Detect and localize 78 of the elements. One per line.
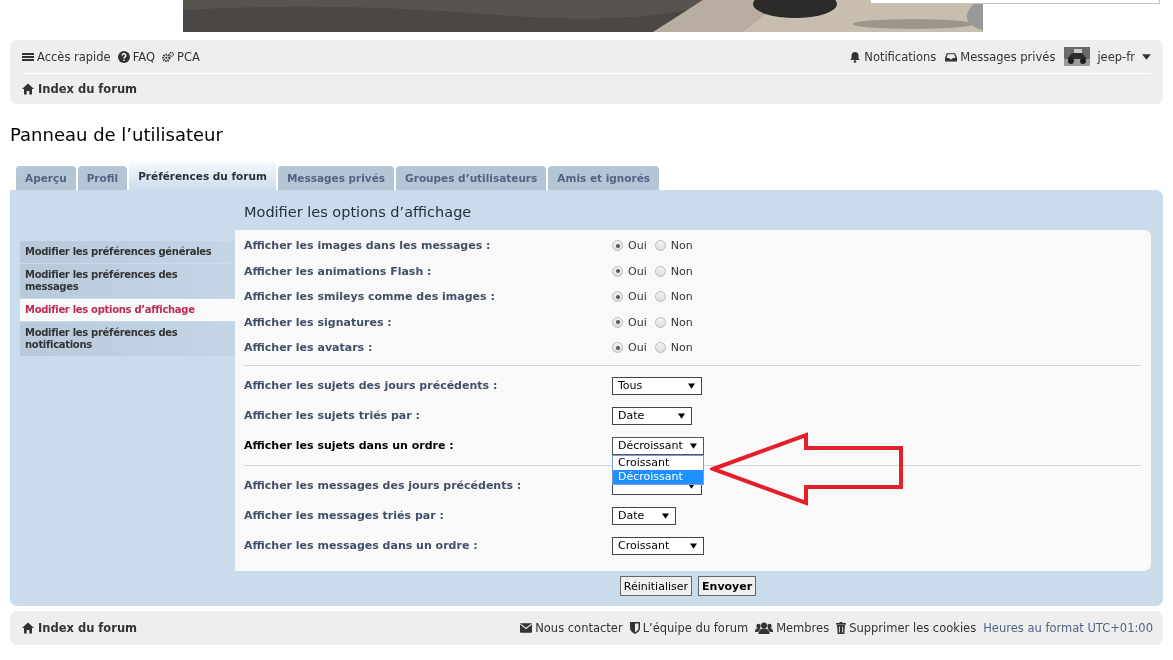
field-label: Afficher les animations Flash : bbox=[244, 264, 433, 278]
caret-icon bbox=[678, 412, 685, 419]
dropdown-option[interactable]: Croissant bbox=[613, 455, 703, 470]
radio-option[interactable]: Oui bbox=[612, 239, 647, 253]
caret-icon bbox=[690, 442, 697, 449]
caret-icon bbox=[1142, 53, 1151, 60]
help-icon bbox=[117, 50, 130, 63]
sidebar-item[interactable]: Modifier les préférences des messages bbox=[20, 264, 235, 298]
field-label: Afficher les sujets triés par : bbox=[244, 409, 421, 422]
bell-icon bbox=[849, 50, 862, 63]
users-icon bbox=[755, 622, 774, 634]
radio-option[interactable]: Non bbox=[654, 341, 693, 355]
reset-button[interactable]: Réinitialiser bbox=[619, 576, 693, 596]
radio-button[interactable] bbox=[612, 291, 623, 303]
contact-link[interactable]: Nous contacter bbox=[520, 621, 623, 635]
radio-option[interactable]: Non bbox=[654, 239, 693, 253]
shield-icon bbox=[629, 622, 640, 634]
caret-icon bbox=[662, 512, 669, 519]
radio-option[interactable]: Oui bbox=[612, 341, 647, 355]
field-label: Afficher les smileys comme des images : bbox=[244, 290, 496, 304]
sidebar-item[interactable]: Modifier les options d’affichage bbox=[20, 299, 235, 321]
radio-button[interactable] bbox=[654, 316, 666, 328]
inbox-icon bbox=[945, 50, 958, 63]
page-title: Panneau de l’utilisateur bbox=[10, 123, 224, 147]
radio-button[interactable] bbox=[612, 240, 623, 252]
home-icon bbox=[22, 83, 34, 95]
radio-button[interactable] bbox=[654, 342, 666, 354]
field-label: Afficher les images dans les messages : bbox=[244, 239, 492, 253]
dropdown-select[interactable]: Décroissant bbox=[612, 436, 704, 455]
radio-option[interactable]: Oui bbox=[612, 264, 647, 278]
menu-icon bbox=[22, 50, 34, 63]
caret-icon bbox=[688, 382, 695, 389]
radio-button[interactable] bbox=[612, 342, 623, 354]
breadcrumb-link[interactable]: Index du forum bbox=[22, 621, 138, 635]
breadcrumb-link[interactable]: Index du forum bbox=[22, 82, 138, 96]
dropdown-select[interactable]: Tous bbox=[612, 376, 702, 395]
submit-button[interactable]: Envoyer bbox=[698, 576, 757, 596]
sidebar-item[interactable]: Modifier les préférences générales bbox=[20, 241, 235, 263]
radio-button[interactable] bbox=[612, 316, 623, 328]
dropdown-select[interactable]: Date bbox=[612, 506, 676, 525]
field-label: Afficher les messages des jours précédents : bbox=[244, 479, 523, 492]
gears-icon bbox=[161, 50, 174, 63]
radio-option[interactable]: Non bbox=[654, 264, 693, 278]
home-icon bbox=[22, 622, 34, 634]
members-link[interactable]: Membres bbox=[755, 621, 830, 635]
field-label: Afficher les messages dans un ordre : bbox=[244, 539, 479, 552]
private-messages-link[interactable]: Messages privés bbox=[945, 49, 1056, 64]
caret-icon bbox=[690, 542, 697, 549]
field-label: Afficher les signatures : bbox=[244, 315, 393, 329]
field-label: Afficher les avatars : bbox=[244, 341, 374, 355]
radio-option[interactable]: Oui bbox=[612, 315, 647, 329]
field-label: Afficher les sujets dans un ordre : bbox=[244, 439, 455, 452]
radio-option[interactable]: Non bbox=[654, 315, 693, 329]
radio-option[interactable]: Oui bbox=[612, 290, 647, 304]
tab[interactable]: Préférences du forum bbox=[129, 162, 276, 190]
field-label: Afficher les sujets des jours précédents : bbox=[244, 379, 499, 392]
user-menu[interactable]: jeep-fr bbox=[1064, 47, 1151, 66]
sidebar-item[interactable]: Modifier les préférences des notifications bbox=[20, 322, 235, 356]
faq-link[interactable]: FAQ bbox=[117, 49, 155, 64]
quick-links-link[interactable]: Accès rapide bbox=[22, 49, 111, 64]
trash-icon bbox=[836, 622, 847, 634]
timezone-text: Heures au format UTC+01:00 bbox=[983, 621, 1153, 635]
envelope-icon bbox=[520, 622, 533, 634]
radio-button[interactable] bbox=[654, 291, 666, 303]
dropdown-select[interactable]: Croissant bbox=[612, 536, 704, 555]
control-panel-link[interactable]: PCA bbox=[161, 49, 200, 64]
radio-option[interactable]: Non bbox=[654, 290, 693, 304]
caret-icon bbox=[688, 482, 695, 489]
radio-button[interactable] bbox=[654, 240, 666, 252]
delete-cookies-link[interactable]: Supprimer les cookies bbox=[836, 621, 977, 635]
search-field[interactable] bbox=[870, 0, 1160, 4]
team-link[interactable]: L’équipe du forum bbox=[629, 621, 749, 635]
section-heading: Modifier les options d’affichage bbox=[244, 204, 473, 222]
dropdown-select[interactable]: Date bbox=[612, 406, 692, 425]
notifications-link[interactable]: Notifications bbox=[849, 49, 937, 64]
radio-button[interactable] bbox=[654, 265, 666, 277]
field-label: Afficher les messages triés par : bbox=[244, 509, 445, 522]
radio-button[interactable] bbox=[612, 265, 623, 277]
